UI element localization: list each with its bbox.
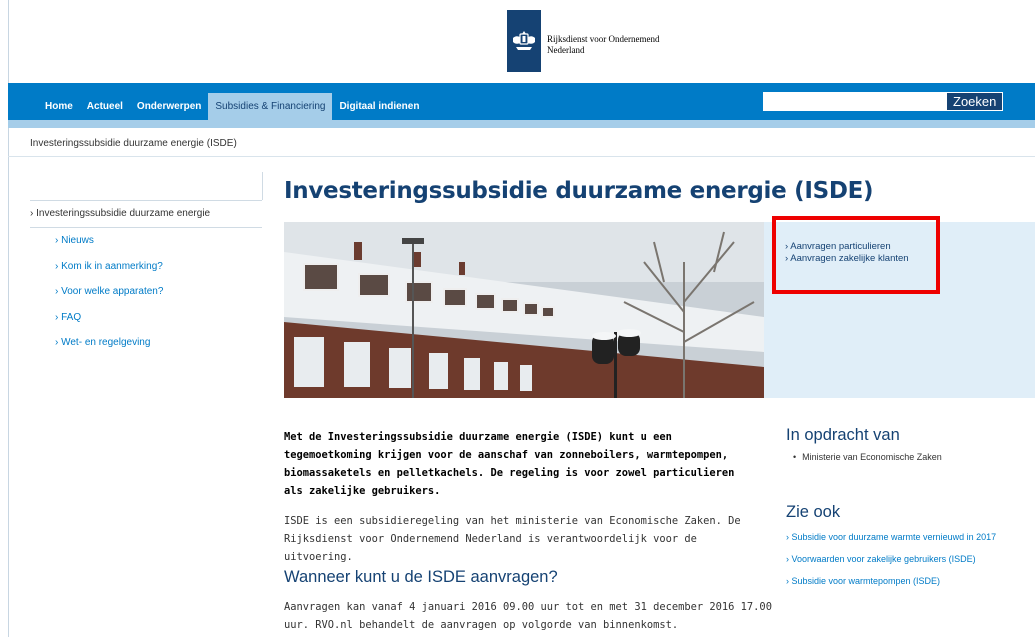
hero-image	[284, 222, 764, 398]
intro-text: Met de Investeringssubsidie duurzame ene…	[284, 431, 735, 497]
main-navbar: Home Actueel Onderwerpen Subsidies & Fin…	[8, 83, 1035, 120]
sidebar-divider	[262, 172, 263, 200]
body-paragraph: ISDE is een subsidieregeling van het min…	[284, 515, 741, 563]
nav-digitaal-indienen[interactable]: Digitaal indienen	[332, 93, 426, 120]
sidebar-item-kom-ik-in-aanmerking[interactable]: › Kom ik in aanmerking?	[55, 261, 163, 287]
link-warmtepompen[interactable]: › Subsidie voor warmtepompen (ISDE)	[786, 575, 1021, 587]
page-title: Investeringssubsidie duurzame energie (I…	[284, 178, 874, 204]
body-paragraph-2: Aanvragen kan vanaf 4 januari 2016 09.00…	[284, 601, 772, 631]
logo-line1: Rijksdienst voor Ondernemend	[547, 34, 660, 44]
nav-home[interactable]: Home	[38, 93, 80, 120]
breadcrumb-divider	[8, 156, 1035, 157]
zie-ook-list: › Subsidie voor duurzame warmte vernieuw…	[786, 531, 1021, 597]
link-duurzame-warmte[interactable]: › Subsidie voor duurzame warmte vernieuw…	[786, 531, 1021, 543]
logo-text: Rijksdienst voor Ondernemend Nederland	[547, 34, 659, 56]
link-voorwaarden-zakelijke[interactable]: › Voorwaarden voor zakelijke gebruikers …	[786, 553, 1021, 565]
zie-ook-heading: Zie ook	[786, 503, 841, 521]
sidebar-item-voor-welke-apparaten[interactable]: › Voor welke apparaten?	[55, 286, 163, 312]
site-logo[interactable]: Rijksdienst voor Ondernemend Nederland	[507, 10, 659, 72]
coat-of-arms-icon	[507, 10, 541, 72]
ministry-item: • Ministerie van Economische Zaken	[793, 452, 942, 462]
search-button[interactable]: Zoeken	[946, 92, 1004, 111]
highlight-box	[772, 216, 940, 294]
breadcrumb[interactable]: Investeringssubsidie duurzame energie (I…	[30, 138, 237, 149]
section-heading: Wanneer kunt u de ISDE aanvragen?	[284, 568, 558, 586]
nav-actueel[interactable]: Actueel	[80, 93, 130, 120]
bullet-icon: •	[793, 452, 797, 462]
nav-subsidies-financiering[interactable]: Subsidies & Financiering	[208, 93, 333, 120]
search-input[interactable]	[763, 92, 946, 111]
main-nav: Home Actueel Onderwerpen Subsidies & Fin…	[38, 93, 426, 120]
sidebar-item-faq[interactable]: › FAQ	[55, 312, 163, 338]
sidebar-item-wet-en-regelgeving[interactable]: › Wet- en regelgeving	[55, 337, 163, 363]
search-form: Zoeken	[763, 92, 1004, 111]
sidebar-list: › Nieuws › Kom ik in aanmerking? › Voor …	[55, 235, 163, 363]
sub-navbar	[8, 120, 1035, 128]
logo-line2: Nederland	[547, 45, 585, 55]
ministry-label: Ministerie van Economische Zaken	[802, 452, 942, 462]
opdracht-heading: In opdracht van	[786, 426, 900, 444]
sidebar-item-nieuws[interactable]: › Nieuws	[55, 235, 163, 261]
sidebar-item-current[interactable]: › Investeringssubsidie duurzame energie	[30, 200, 262, 228]
nav-onderwerpen[interactable]: Onderwerpen	[130, 93, 208, 120]
